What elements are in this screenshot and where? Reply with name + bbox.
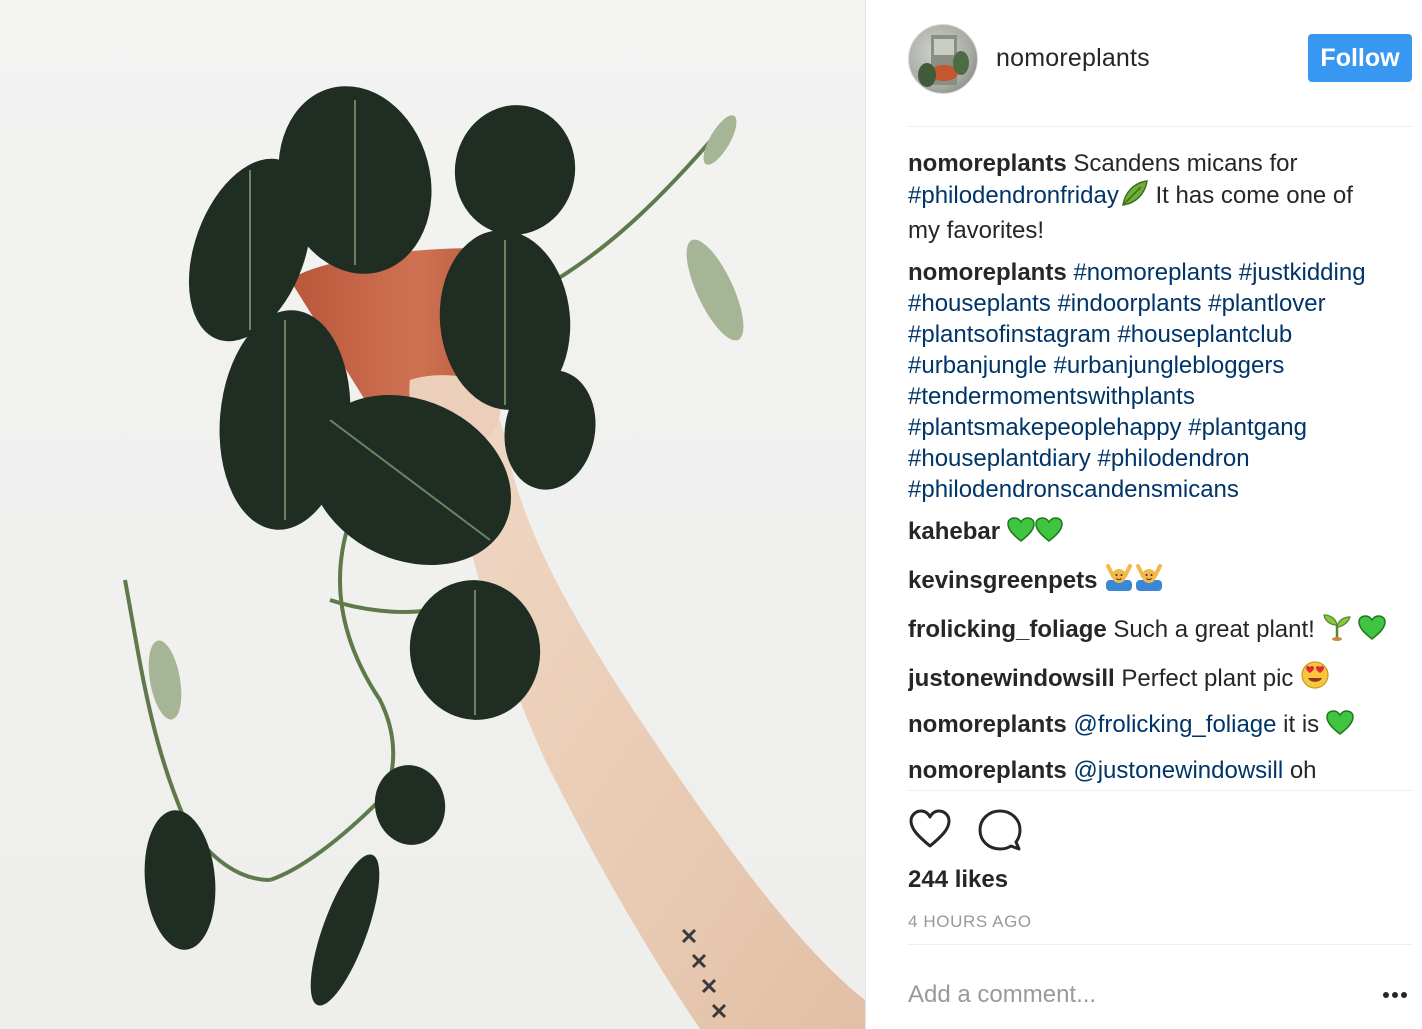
post-header: nomoreplants Follow: [908, 22, 1412, 96]
follow-button[interactable]: Follow: [1308, 34, 1412, 82]
green-heart-icon: [1006, 517, 1035, 551]
hashtag-link[interactable]: #urbanjunglebloggers: [1053, 352, 1284, 379]
comment-text: oh: [1283, 757, 1317, 784]
header-divider: [908, 126, 1412, 127]
instagram-post: nomoreplants Follow nomoreplants Scanden…: [0, 0, 1422, 1029]
comment-username[interactable]: nomoreplants: [908, 259, 1067, 286]
comment-text: [1352, 616, 1359, 643]
hashtag-link[interactable]: #houseplantclub: [1117, 321, 1292, 348]
action-bar: [908, 808, 1412, 854]
post-photo[interactable]: [0, 0, 866, 1029]
comment-item: kevinsgreenpets: [908, 562, 1388, 600]
comment-item: justonewindowsill Perfect plant pic: [908, 660, 1388, 698]
comment-username[interactable]: kahebar: [908, 518, 1000, 545]
hashtag-link[interactable]: #plantsofinstagram: [908, 321, 1111, 348]
comment-text: Perfect plant pic: [1114, 665, 1301, 692]
likes-count[interactable]: 244 likes: [908, 866, 1008, 894]
comment-item: frolicking_foliage Such a great plant!: [908, 611, 1388, 649]
mention-link[interactable]: @frolicking_foliage: [1073, 711, 1276, 738]
comment-username[interactable]: justonewindowsill: [908, 665, 1115, 692]
speech-bubble-icon[interactable]: [978, 808, 1022, 857]
comment-item: nomoreplants Scandens micans for #philod…: [908, 148, 1388, 246]
comment-username[interactable]: nomoreplants: [908, 150, 1067, 177]
comments-divider: [908, 790, 1412, 791]
leaf-icon: [1119, 179, 1149, 215]
hashtag-link[interactable]: #philodendronfriday: [908, 182, 1119, 209]
comment-text: Scandens micans for: [1066, 150, 1298, 177]
green-heart-icon: [1326, 710, 1354, 744]
avatar-photo: [918, 35, 969, 87]
hashtag-link[interactable]: #tendermomentswithplants: [908, 383, 1195, 410]
comment-text: [1232, 259, 1239, 286]
comment-username[interactable]: nomoreplants: [908, 711, 1067, 738]
header-username[interactable]: nomoreplants: [996, 44, 1150, 73]
hashtag-link[interactable]: #philodendronscandensmicans: [908, 476, 1239, 503]
comment-item: kahebar: [908, 516, 1388, 551]
green-heart-icon: [1034, 517, 1063, 551]
comment-username[interactable]: kevinsgreenpets: [908, 567, 1097, 594]
seedling-icon: [1322, 611, 1352, 649]
hashtag-link[interactable]: #philodendron: [1097, 445, 1249, 472]
comments-list[interactable]: nomoreplants Scandens micans for #philod…: [908, 148, 1388, 788]
heart-eyes-icon: [1300, 660, 1330, 698]
hashtag-link[interactable]: #indoorplants: [1057, 290, 1201, 317]
hashtag-link[interactable]: #plantlover: [1208, 290, 1325, 317]
comment-text: [1000, 518, 1007, 545]
comment-text: Such a great plant!: [1106, 616, 1322, 643]
post-sidebar: nomoreplants Follow nomoreplants Scanden…: [866, 0, 1422, 1029]
post-timestamp[interactable]: 4 HOURS AGO: [908, 912, 1032, 932]
hashtag-link[interactable]: #houseplantdiary: [908, 445, 1091, 472]
comment-username[interactable]: frolicking_foliage: [908, 616, 1107, 643]
hashtag-link[interactable]: #urbanjungle: [908, 352, 1047, 379]
comment-item: nomoreplants @frolicking_foliage it is: [908, 709, 1388, 744]
hashtag-link[interactable]: #plantsmakepeoplehappy: [908, 414, 1182, 441]
footer-divider: [908, 944, 1412, 945]
more-options-icon[interactable]: [1380, 980, 1410, 1010]
comment-username[interactable]: nomoreplants: [908, 757, 1067, 784]
comment-text: it is: [1276, 711, 1326, 738]
raising-hands-person-icon: [1104, 562, 1134, 600]
hashtag-link[interactable]: #justkidding: [1239, 259, 1366, 286]
plant-photo-illustration: [123, 86, 865, 1029]
hashtag-link[interactable]: #houseplants: [908, 290, 1051, 317]
comment-item: nomoreplants @justonewindowsill oh: [908, 755, 1388, 786]
green-heart-icon: [1358, 615, 1386, 649]
avatar[interactable]: [908, 24, 978, 94]
heart-outline-icon[interactable]: [908, 808, 952, 855]
hashtag-link[interactable]: #nomoreplants: [1073, 259, 1232, 286]
hashtag-link[interactable]: #plantgang: [1188, 414, 1307, 441]
raising-hands-person-icon: [1134, 562, 1164, 600]
mention-link[interactable]: @justonewindowsill: [1073, 757, 1283, 784]
comment-text: [1097, 567, 1104, 594]
comment-item: nomoreplants #nomoreplants #justkidding …: [908, 257, 1388, 505]
add-comment-input[interactable]: [908, 978, 1348, 1012]
